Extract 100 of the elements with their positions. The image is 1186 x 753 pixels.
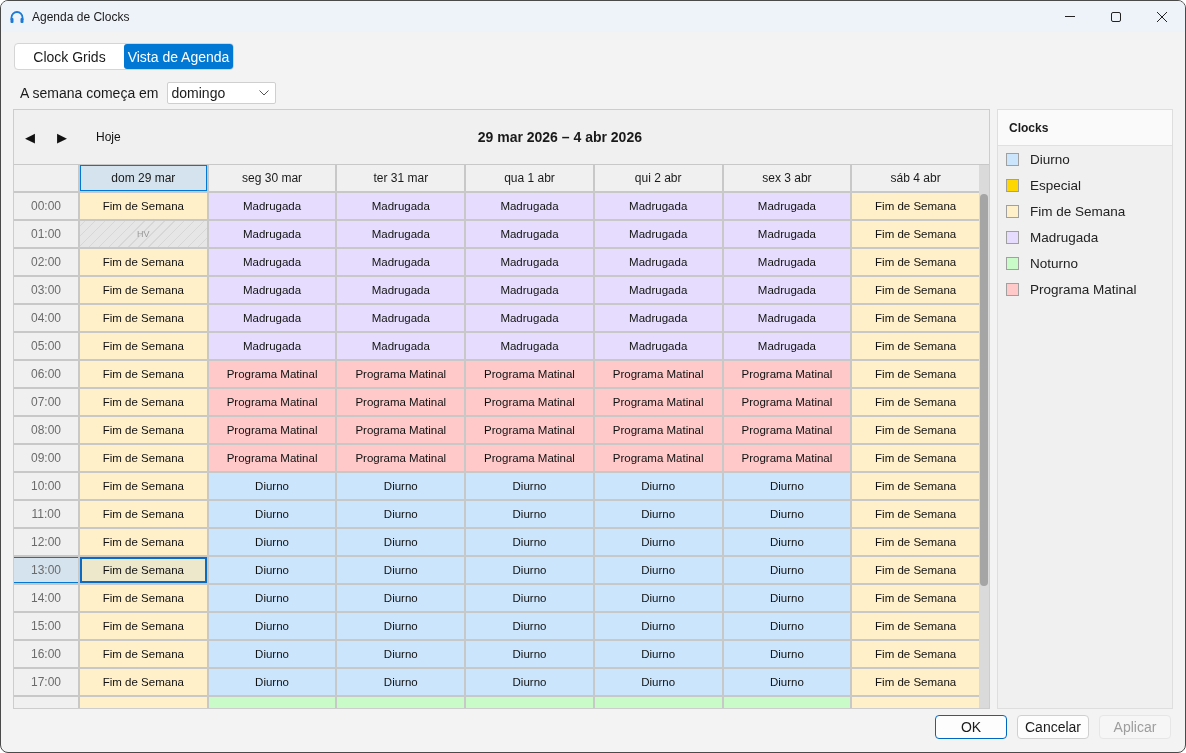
schedule-cell[interactable]: Diurno <box>337 613 465 639</box>
schedule-cell[interactable]: Diurno <box>466 641 593 667</box>
close-icon[interactable] <box>1157 11 1167 22</box>
schedule-cell[interactable]: Madrugada <box>208 305 336 331</box>
schedule-cell[interactable]: Diurno <box>723 529 851 555</box>
schedule-cell[interactable]: Fim de Semana <box>852 585 979 611</box>
schedule-cell[interactable]: Madrugada <box>208 333 336 359</box>
schedule-cell[interactable]: Diurno <box>466 529 593 555</box>
dialog-button[interactable]: Cancelar <box>1017 715 1089 739</box>
schedule-cell[interactable]: Programa Matinal <box>723 361 851 387</box>
schedule-cell[interactable]: Programa Matinal <box>337 389 465 415</box>
schedule-cell[interactable]: Fim de Semana <box>80 501 207 527</box>
schedule-cell[interactable]: Diurno <box>723 557 851 583</box>
schedule-cell[interactable]: Fim de Semana <box>852 557 979 583</box>
schedule-cell[interactable]: Programa Matinal <box>466 389 593 415</box>
previous-week-button[interactable]: ◀ <box>14 123 46 151</box>
schedule-cell[interactable]: Fim de Semana <box>80 669 207 695</box>
schedule-cell[interactable]: Madrugada <box>594 193 722 219</box>
schedule-cell[interactable]: Diurno <box>337 669 465 695</box>
schedule-cell[interactable]: Diurno <box>594 613 722 639</box>
schedule-cell[interactable]: Fim de Semana <box>80 361 207 387</box>
scrollbar-thumb[interactable] <box>980 194 988 586</box>
schedule-cell[interactable] <box>723 697 851 708</box>
schedule-cell[interactable]: Fim de Semana <box>852 473 979 499</box>
today-button[interactable]: Hoje <box>86 123 131 151</box>
schedule-cell[interactable]: Fim de Semana <box>852 501 979 527</box>
schedule-cell[interactable]: Fim de Semana <box>852 641 979 667</box>
schedule-cell[interactable]: Diurno <box>208 473 336 499</box>
schedule-cell[interactable]: Madrugada <box>594 221 722 247</box>
schedule-cell[interactable]: Diurno <box>208 613 336 639</box>
schedule-cell[interactable]: Madrugada <box>208 221 336 247</box>
schedule-cell[interactable]: Diurno <box>208 669 336 695</box>
schedule-cell[interactable] <box>466 697 593 708</box>
schedule-cell[interactable]: Diurno <box>208 501 336 527</box>
schedule-cell[interactable]: Programa Matinal <box>337 445 465 471</box>
schedule-cell[interactable]: Diurno <box>594 557 722 583</box>
view-tab[interactable]: Vista de Agenda <box>124 44 233 69</box>
schedule-cell[interactable]: Programa Matinal <box>594 445 722 471</box>
schedule-cell[interactable] <box>337 697 465 708</box>
schedule-cell[interactable]: Programa Matinal <box>208 417 336 443</box>
schedule-cell[interactable]: Madrugada <box>723 221 851 247</box>
schedule-cell[interactable]: Fim de Semana <box>80 193 207 219</box>
schedule-cell[interactable]: Madrugada <box>594 333 722 359</box>
schedule-cell[interactable]: Diurno <box>466 613 593 639</box>
schedule-cell[interactable]: Programa Matinal <box>723 389 851 415</box>
schedule-cell[interactable]: Programa Matinal <box>466 445 593 471</box>
schedule-cell[interactable] <box>852 697 979 708</box>
schedule-cell[interactable]: Diurno <box>208 557 336 583</box>
schedule-cell[interactable]: Diurno <box>466 501 593 527</box>
schedule-cell[interactable]: Diurno <box>337 529 465 555</box>
schedule-cell[interactable]: Fim de Semana <box>80 249 207 275</box>
schedule-cell[interactable]: Fim de Semana <box>852 389 979 415</box>
schedule-cell[interactable]: Madrugada <box>594 305 722 331</box>
next-week-button[interactable]: ▶ <box>46 123 78 151</box>
schedule-cell[interactable]: Madrugada <box>723 193 851 219</box>
view-tab[interactable]: Clock Grids <box>15 44 124 69</box>
schedule-cell[interactable]: Diurno <box>594 529 722 555</box>
schedule-cell[interactable]: Diurno <box>337 557 465 583</box>
schedule-cell[interactable]: Diurno <box>594 669 722 695</box>
schedule-cell[interactable]: Diurno <box>723 641 851 667</box>
schedule-cell[interactable]: Diurno <box>466 585 593 611</box>
schedule-cell[interactable]: Madrugada <box>337 193 465 219</box>
schedule-cell[interactable]: Programa Matinal <box>337 417 465 443</box>
schedule-cell[interactable]: Madrugada <box>337 221 465 247</box>
schedule-cell[interactable]: Madrugada <box>337 277 465 303</box>
schedule-cell[interactable]: Diurno <box>723 585 851 611</box>
schedule-cell[interactable]: Madrugada <box>337 249 465 275</box>
schedule-cell[interactable]: Madrugada <box>723 277 851 303</box>
schedule-cell[interactable]: Diurno <box>337 585 465 611</box>
schedule-cell[interactable]: Diurno <box>723 501 851 527</box>
schedule-cell[interactable]: Programa Matinal <box>594 389 722 415</box>
schedule-cell[interactable]: Madrugada <box>594 249 722 275</box>
schedule-cell[interactable]: Diurno <box>337 501 465 527</box>
schedule-cell[interactable]: Diurno <box>466 669 593 695</box>
dialog-button[interactable]: OK <box>935 715 1007 739</box>
schedule-cell[interactable]: Fim de Semana <box>852 305 979 331</box>
schedule-cell[interactable]: Madrugada <box>337 333 465 359</box>
vertical-scrollbar[interactable] <box>979 165 989 708</box>
schedule-cell[interactable]: Fim de Semana <box>852 249 979 275</box>
minimize-icon[interactable] <box>1065 16 1075 17</box>
schedule-cell[interactable]: Madrugada <box>466 277 593 303</box>
schedule-cell[interactable]: Madrugada <box>208 193 336 219</box>
schedule-cell[interactable]: Madrugada <box>208 277 336 303</box>
schedule-cell[interactable]: Diurno <box>723 613 851 639</box>
schedule-cell[interactable]: Fim de Semana <box>852 277 979 303</box>
schedule-cell[interactable]: Diurno <box>594 473 722 499</box>
schedule-cell[interactable]: Diurno <box>208 641 336 667</box>
schedule-cell[interactable]: Diurno <box>466 473 593 499</box>
schedule-cell[interactable]: Fim de Semana <box>80 389 207 415</box>
schedule-cell[interactable]: Madrugada <box>466 249 593 275</box>
schedule-cell[interactable] <box>80 697 207 708</box>
schedule-cell[interactable]: Fim de Semana <box>80 417 207 443</box>
schedule-cell[interactable]: Fim de Semana <box>80 529 207 555</box>
schedule-cell[interactable]: Fim de Semana <box>852 445 979 471</box>
schedule-cell[interactable]: Fim de Semana <box>80 333 207 359</box>
schedule-cell[interactable]: Fim de Semana <box>80 613 207 639</box>
schedule-cell[interactable]: Madrugada <box>723 333 851 359</box>
schedule-cell[interactable]: Fim de Semana <box>80 557 207 583</box>
schedule-cell[interactable]: Fim de Semana <box>80 473 207 499</box>
schedule-cell[interactable]: Programa Matinal <box>208 361 336 387</box>
